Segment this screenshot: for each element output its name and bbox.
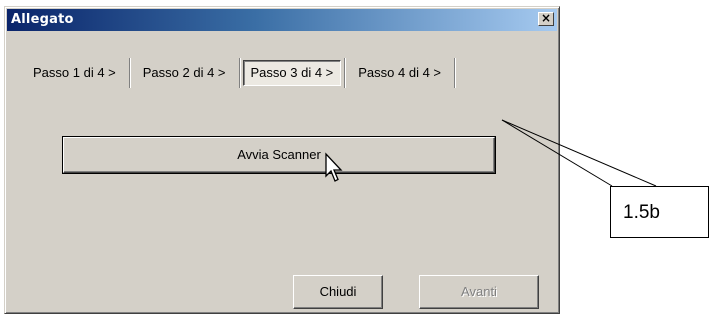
start-scanner-button[interactable]: Avvia Scanner <box>62 136 496 174</box>
tab-divider <box>128 58 130 88</box>
tab-divider <box>454 58 455 88</box>
tab-step-2[interactable]: Passo 2 di 4 > <box>133 62 236 84</box>
title-bar[interactable]: Allegato × <box>7 9 557 31</box>
step-tabs: Passo 1 di 4 > Passo 2 di 4 > Passo 3 di… <box>23 57 458 89</box>
mouse-pointer-icon <box>325 152 343 182</box>
attachment-dialog: Allegato × Passo 1 di 4 > Passo 2 di 4 >… <box>4 6 560 314</box>
tab-divider <box>344 58 346 88</box>
next-button: Avanti <box>419 275 539 309</box>
tab-step-3[interactable]: Passo 3 di 4 > <box>242 60 342 86</box>
dialog-title: Allegato <box>11 12 74 27</box>
callout-label: 1.5b <box>610 186 709 238</box>
close-button[interactable]: Chiudi <box>293 275 383 309</box>
tab-step-1[interactable]: Passo 1 di 4 > <box>23 62 126 84</box>
close-icon[interactable]: × <box>538 12 554 26</box>
tab-divider <box>238 58 240 88</box>
tab-step-4[interactable]: Passo 4 di 4 > <box>348 62 451 84</box>
